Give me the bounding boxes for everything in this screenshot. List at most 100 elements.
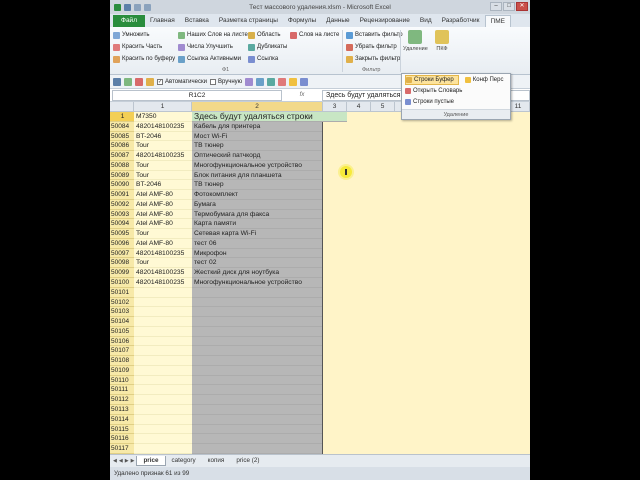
toolbar-icon-4[interactable] [146,77,154,86]
cell-col2[interactable] [192,434,322,445]
cell-col1[interactable]: Tour [134,229,192,239]
cell-col1[interactable]: Tour [134,258,192,269]
row-header[interactable]: 50112 [110,395,134,405]
tab-pme[interactable]: ПМЕ [484,15,511,27]
words-on-sheet-button[interactable]: Слов на листе [290,29,339,41]
row-header[interactable]: 1 [110,112,134,122]
menu-item-open-dictionary[interactable]: Открыть Словарь [405,86,466,96]
row-header[interactable]: 50092 [110,199,134,210]
tab-developer[interactable]: Разработчик [437,15,485,27]
minimize-button[interactable]: – [490,2,502,11]
row-header[interactable]: 50093 [110,209,134,220]
cell-col2[interactable] [192,405,322,415]
close-button[interactable]: ✕ [516,2,528,11]
toolbar-icon-5[interactable] [245,77,254,86]
column-header-4[interactable]: 4 [347,102,371,112]
cell-col2[interactable]: тест 02 [192,258,322,269]
cell-col2[interactable]: Жесткий диск для ноутбука [192,268,322,279]
cell-col1[interactable] [134,307,192,318]
cell-col1[interactable] [134,444,192,454]
paint-by-buffer-button[interactable]: Красить по буферу [113,53,175,65]
maximize-button[interactable]: □ [503,2,515,11]
row-header[interactable]: 50104 [110,317,134,327]
tab-review[interactable]: Рецензирование [355,15,415,27]
area-button[interactable]: Область [248,29,287,41]
row-header[interactable]: 50105 [110,326,134,337]
row-header[interactable]: 50116 [110,434,134,445]
close-filter-button[interactable]: Закрыть фильтр [346,53,403,65]
cell-col1[interactable] [134,395,192,405]
cell-col1[interactable] [134,298,192,308]
cell-col2[interactable]: Микрофон [192,249,322,259]
sheet-tab-copy[interactable]: копия [202,456,231,466]
cell-col1[interactable]: 4820148100235 [134,151,192,161]
cell-col2[interactable]: тест 06 [192,239,322,249]
tab-home[interactable]: Главная [145,15,180,27]
remove-filter-button[interactable]: Убрать фильтр [346,41,403,53]
cell-col1[interactable]: 4820148100235 [134,268,192,279]
cell-col2[interactable] [192,366,322,376]
cell-col1[interactable]: 4820148100235 [134,278,192,288]
cell-col2[interactable]: Бумага [192,200,322,210]
cell-col1[interactable]: Tour [134,161,192,171]
sheet-nav-first-icon[interactable]: ◀ [113,458,117,464]
cell-col1[interactable] [134,425,192,435]
column-header-3[interactable]: 3 [323,102,347,112]
delete-big-button[interactable]: Удаление [403,30,428,52]
toolbar-icon-9[interactable] [289,77,298,86]
cell-col1[interactable]: 4820148100235 [134,122,192,132]
toolbar-icon-1[interactable] [113,77,121,86]
row-header[interactable]: 50087 [110,151,134,161]
row-header[interactable]: 50114 [110,414,134,425]
cell-col2[interactable]: ТВ тюнер [192,180,322,191]
cell-col1[interactable]: Atel AMF-80 [134,190,192,200]
sheet-tab-price-2[interactable]: price (2) [230,456,265,466]
cell-col1[interactable]: Atel AMF-80 [134,239,192,249]
select-all-corner[interactable] [110,102,134,112]
toolbar-icon-10[interactable] [300,77,309,86]
cell-col2[interactable]: Кабель для принтера [192,122,322,132]
insert-filter-button[interactable]: Вставить фильтр [346,29,403,41]
cell-col2[interactable]: Карта памяти [192,219,322,230]
cell-col1[interactable] [134,346,192,357]
tab-data[interactable]: Данные [321,15,354,27]
cell-col2[interactable]: Мост Wi-Fi [192,132,322,142]
cell-col1[interactable] [134,288,192,298]
cell-col1[interactable] [134,376,192,386]
paint-part-button[interactable]: Красить Часть [113,41,175,53]
row-header[interactable]: 50090 [110,180,134,191]
cell-col2[interactable] [192,307,322,318]
row-header[interactable]: 50109 [110,365,134,376]
cell-col1[interactable]: M7350 [134,112,192,122]
cell-col2[interactable]: Многофункциональное устройство [192,161,322,171]
cell-col2[interactable]: Многофункциональное устройство [192,278,322,288]
cell-col1[interactable] [134,366,192,376]
sheet-nav-next-icon[interactable]: ▶ [125,458,129,464]
column-header-2[interactable]: 2 [192,102,323,112]
row-header[interactable]: 50095 [110,229,134,239]
cell-col1[interactable]: Tour [134,141,192,152]
column-header-5[interactable]: 5 [371,102,395,112]
cell-col1[interactable] [134,385,192,396]
toolbar-icon-7[interactable] [267,77,276,86]
cell-col2[interactable] [192,356,322,366]
cell-col2[interactable]: Оптический патчкорд [192,151,322,161]
cell-col2[interactable]: ТВ тюнер [192,141,322,152]
row-header[interactable]: 50098 [110,258,134,269]
cell-col1[interactable] [134,317,192,327]
cell-col2[interactable] [192,337,322,347]
row-header[interactable]: 50096 [110,238,134,249]
cell-col2[interactable] [192,376,322,386]
tab-file[interactable]: Файл [113,15,145,27]
pkf-big-button[interactable]: ПКФ [430,30,454,52]
row-header[interactable]: 50110 [110,375,134,386]
toolbar-icon-6[interactable] [256,77,265,86]
row-header[interactable]: 50086 [110,141,134,152]
name-box[interactable]: R1C2 [112,89,282,101]
cell-col1[interactable]: Atel AMF-80 [134,219,192,230]
sheet-nav-prev-icon[interactable]: ◀ [119,458,123,464]
cell-col2[interactable] [192,444,322,454]
cell-col1[interactable]: BT-2046 [134,180,192,191]
fx-icon[interactable]: fx [282,92,322,98]
row-header[interactable]: 50097 [110,248,134,259]
